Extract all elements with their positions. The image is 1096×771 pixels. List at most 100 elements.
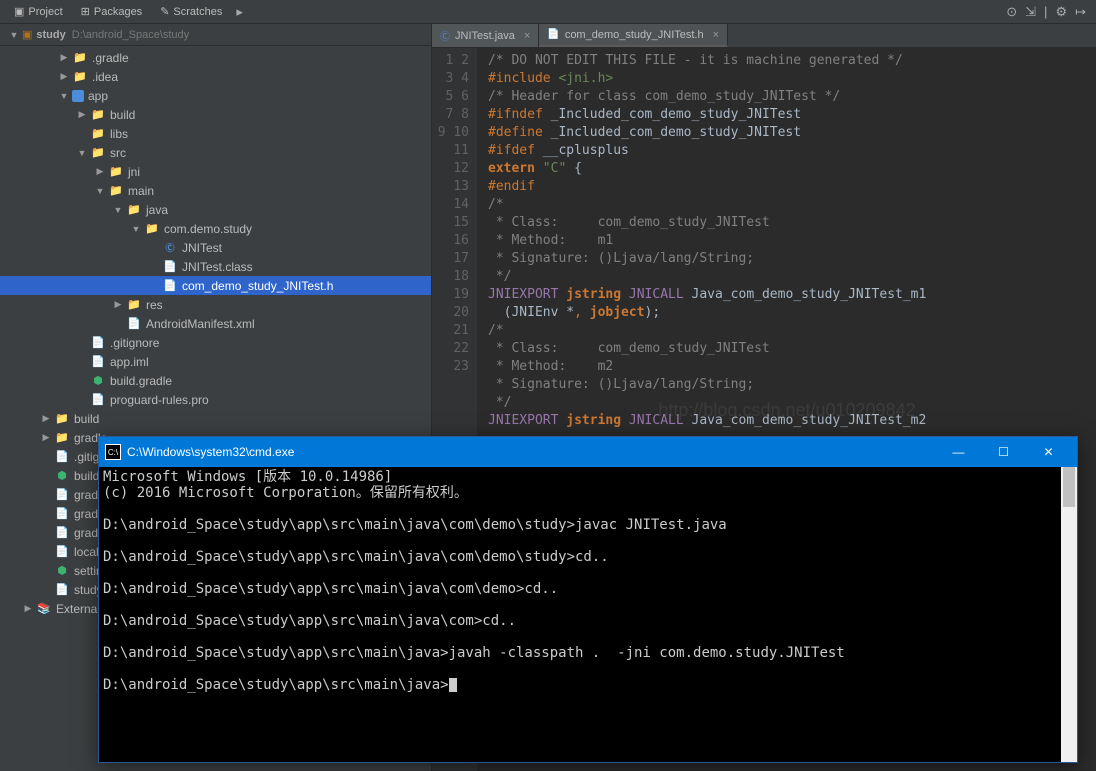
code-line: /* DO NOT EDIT THIS FILE - it is machine…: [488, 52, 1086, 70]
file-icon: 📄: [54, 526, 70, 540]
tree-node--idea[interactable]: ▶📁.idea: [0, 67, 431, 86]
tree-toggle[interactable]: ▼: [130, 223, 142, 235]
code-line: /*: [488, 322, 1086, 340]
code-line: */: [488, 268, 1086, 286]
code-line: #define _Included_com_demo_study_JNITest: [488, 124, 1086, 142]
tree-node-build[interactable]: ▶📁build: [0, 105, 431, 124]
folder-icon: 📁: [90, 127, 106, 141]
tree-toggle: [148, 280, 160, 292]
scratches-icon: ✎: [160, 5, 169, 18]
close-icon[interactable]: ×: [524, 30, 530, 42]
code-line: * Method: m1: [488, 232, 1086, 250]
hide-icon[interactable]: ↦: [1071, 4, 1090, 20]
file-icon: 📄: [126, 317, 142, 331]
editor-tab-header[interactable]: 📄 com_demo_study_JNITest.h ×: [539, 24, 728, 47]
tree-toggle[interactable]: ▼: [112, 204, 124, 216]
tree-node-libs[interactable]: 📁libs: [0, 124, 431, 143]
expand-icon[interactable]: ⇲: [1021, 4, 1040, 20]
folder-icon: 📁: [108, 184, 124, 198]
tool-tab-scratches[interactable]: ✎ Scratches: [152, 3, 230, 20]
tree-toggle: [40, 489, 52, 501]
lib-icon: 📚: [36, 602, 52, 616]
file-icon: 📄: [90, 336, 106, 350]
gear-icon[interactable]: ⚙: [1051, 4, 1071, 20]
tool-tab-packages[interactable]: ⊞ Packages: [73, 3, 151, 20]
cmd-output[interactable]: Microsoft Windows [版本 10.0.14986] (c) 20…: [99, 467, 1077, 762]
file-icon: 📄: [54, 450, 70, 464]
chevron-right-icon[interactable]: ▸: [232, 4, 247, 20]
tree-label: JNITest.class: [182, 260, 253, 274]
tree-node-src[interactable]: ▼📁 src: [0, 143, 431, 162]
tree-node-jnitest[interactable]: ⒸJNITest: [0, 238, 431, 257]
code-line: * Signature: ()Ljava/lang/String;: [488, 376, 1086, 394]
folder-icon: 📁: [90, 146, 106, 160]
tree-node-build-gradle[interactable]: ⬢build.gradle: [0, 371, 431, 390]
tree-node-androidmanifest-xml[interactable]: 📄 AndroidManifest.xml: [0, 314, 431, 333]
tool-tab-label: Scratches: [173, 6, 222, 18]
tree-toggle[interactable]: ▶: [94, 166, 106, 178]
editor-tab-jnitest[interactable]: Ⓒ JNITest.java ×: [432, 24, 539, 47]
tree-label: AndroidManifest.xml: [146, 317, 255, 331]
tree-toggle[interactable]: ▶: [40, 413, 52, 425]
tool-tab-label: Project: [28, 6, 62, 18]
tool-tab-project[interactable]: ▣ Project: [6, 3, 71, 20]
folder-icon: 📁: [54, 431, 70, 445]
tree-toggle[interactable]: ▶: [112, 299, 124, 311]
module-icon: ▣: [22, 28, 32, 41]
tree-node-proguard-rules-pro[interactable]: 📄proguard-rules.pro: [0, 390, 431, 409]
tree-toggle[interactable]: ▶: [58, 52, 70, 64]
tree-node-jnitest-class[interactable]: 📄 JNITest.class: [0, 257, 431, 276]
divider: |: [1040, 4, 1051, 19]
project-name: study: [36, 29, 65, 41]
tree-node-main[interactable]: ▼📁main: [0, 181, 431, 200]
minimize-button[interactable]: —: [936, 437, 981, 467]
code-line: * Class: com_demo_study_JNITest: [488, 340, 1086, 358]
tree-toggle[interactable]: ▶: [58, 71, 70, 83]
cmd-scrollbar[interactable]: [1061, 467, 1077, 762]
target-icon[interactable]: ⊙: [1002, 4, 1021, 20]
tree-toggle[interactable]: ▼: [58, 90, 70, 102]
code-line: /* Header for class com_demo_study_JNITe…: [488, 88, 1086, 106]
tree-node-jni[interactable]: ▶📁 jni: [0, 162, 431, 181]
scrollbar-thumb[interactable]: [1063, 467, 1075, 507]
package-icon: 📁: [144, 222, 160, 236]
close-icon[interactable]: ×: [713, 29, 719, 41]
file-icon: 📄: [162, 260, 178, 274]
tree-toggle[interactable]: ▼: [76, 147, 88, 159]
java-class-icon: Ⓒ: [440, 28, 450, 43]
code-line: * Method: m2: [488, 358, 1086, 376]
code-line: /*: [488, 196, 1086, 214]
breadcrumb: ▼ ▣ study D:\android_Space\study: [0, 24, 431, 46]
folder-icon: 📁: [126, 298, 142, 312]
folder-icon: 📁: [108, 165, 124, 179]
tree-toggle[interactable]: ▶: [22, 603, 34, 615]
tree-toggle: [148, 261, 160, 273]
file-icon: ⬢: [54, 469, 70, 483]
tree-label: jni: [128, 165, 140, 179]
tree-node-app[interactable]: ▼ app: [0, 86, 431, 105]
tree-node--gradle[interactable]: ▶📁.gradle: [0, 48, 431, 67]
tree-toggle: [40, 546, 52, 558]
cmd-window[interactable]: C:\ C:\Windows\system32\cmd.exe — ☐ ✕ Mi…: [98, 436, 1078, 763]
tree-toggle[interactable]: ▼: [94, 185, 106, 197]
tree-node-com-demo-study[interactable]: ▼📁com.demo.study: [0, 219, 431, 238]
tree-label: src: [110, 146, 126, 160]
chevron-down-icon[interactable]: ▼: [8, 29, 20, 41]
tree-label: app: [88, 89, 108, 103]
tree-node-res[interactable]: ▶📁 res: [0, 295, 431, 314]
file-icon: 📄: [54, 545, 70, 559]
tree-node-com-demo-study-jnitest-h[interactable]: 📄com_demo_study_JNITest.h: [0, 276, 431, 295]
tree-toggle: [40, 565, 52, 577]
close-button[interactable]: ✕: [1026, 437, 1071, 467]
tree-node--gitignore[interactable]: 📄.gitignore: [0, 333, 431, 352]
file-icon: ⬢: [54, 564, 70, 578]
tree-toggle[interactable]: ▶: [76, 109, 88, 121]
cmd-titlebar[interactable]: C:\ C:\Windows\system32\cmd.exe — ☐ ✕: [99, 437, 1077, 467]
maximize-button[interactable]: ☐: [981, 437, 1026, 467]
tree-node-build[interactable]: ▶📁build: [0, 409, 431, 428]
tree-label: res: [146, 298, 163, 312]
tree-node-java[interactable]: ▼📁java: [0, 200, 431, 219]
tree-node-app-iml[interactable]: 📄app.iml: [0, 352, 431, 371]
file-icon: ⬢: [90, 374, 106, 388]
tree-toggle[interactable]: ▶: [40, 432, 52, 444]
